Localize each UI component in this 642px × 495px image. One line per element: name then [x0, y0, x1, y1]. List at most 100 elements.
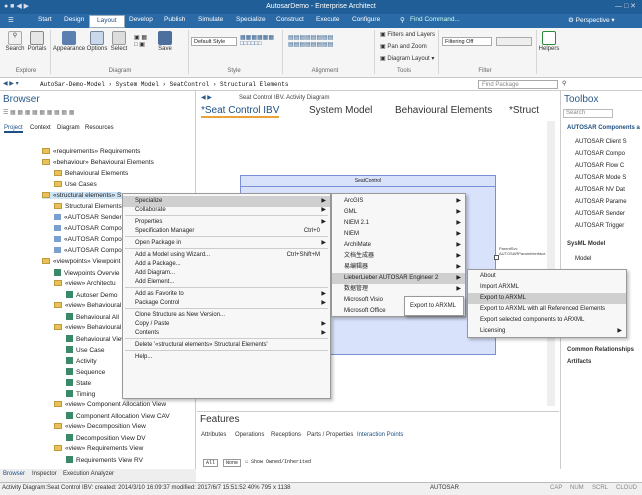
toolbox-section-sysml[interactable]: SysML Model: [567, 241, 605, 247]
none-button[interactable]: None: [223, 459, 242, 467]
tab-behavioural-elements[interactable]: Behavioural Elements: [395, 105, 492, 116]
tab-project[interactable]: Project: [4, 125, 23, 133]
tree-node[interactable]: Decomposition View DV: [66, 434, 146, 442]
tab-system-model[interactable]: System Model: [309, 105, 372, 116]
specialize-menu-item[interactable]: LieberLieber AUTOSAR Engineer 2 ▶: [332, 273, 465, 284]
tree-node[interactable]: Activity: [66, 357, 97, 365]
tab-execute[interactable]: Execute: [316, 16, 340, 23]
toolbox-item[interactable]: AUTOSAR Parame: [575, 199, 627, 205]
tree-node[interactable]: «AUTOSAR Compo: [54, 247, 122, 254]
search-button[interactable]: ⚲ Search: [4, 31, 26, 52]
diagram-layout-button[interactable]: ▣ Diagram Layout ▾: [380, 55, 434, 62]
appearance-button[interactable]: Appearance: [52, 31, 86, 52]
tree-node[interactable]: Behavioural Elements: [54, 170, 128, 177]
tab-configure[interactable]: Configure: [352, 16, 380, 23]
toolbox-section-autosar[interactable]: AUTOSAR Components a: [567, 125, 640, 131]
autosar-menu-item[interactable]: Licensing ▶: [468, 326, 626, 337]
autosar-menu-item[interactable]: About: [468, 271, 626, 282]
tree-node[interactable]: «behaviour» Behavioural Elements: [42, 159, 154, 166]
perspective-button[interactable]: ⚙ Perspective ▾: [568, 16, 615, 24]
tree-node[interactable]: Viewpoints Overvie: [54, 269, 120, 277]
tab-context[interactable]: Context: [30, 125, 51, 131]
tab-attributes[interactable]: Attributes: [201, 432, 226, 438]
all-button[interactable]: All: [203, 459, 219, 467]
tab-simulate[interactable]: Simulate: [198, 16, 223, 23]
tree-node[interactable]: «view» Architectu: [54, 280, 116, 287]
tab-layout[interactable]: Layout: [89, 15, 125, 28]
tab-construct[interactable]: Construct: [276, 16, 304, 23]
show-owned-checkbox[interactable]: ☐ Show Owned/Inherited: [245, 459, 311, 465]
tab-execution-analyzer[interactable]: Execution Analyzer: [63, 471, 114, 477]
tree-node[interactable]: «requirements» Requirements: [42, 148, 140, 155]
filtering-combo[interactable]: Filtering Off: [442, 37, 492, 46]
toolbox-item-model[interactable]: Model: [575, 256, 591, 262]
find-package-search-icon[interactable]: ⚲: [562, 80, 566, 87]
tree-node[interactable]: Component Allocation View CAV: [66, 412, 170, 420]
tree-node[interactable]: State: [66, 379, 91, 387]
save-button[interactable]: Save: [156, 31, 174, 52]
filters-layers-button[interactable]: ▣ Filters and Layers: [380, 31, 435, 38]
toolbox-item[interactable]: AUTOSAR Compo: [575, 151, 625, 157]
tab-specialize[interactable]: Specialize: [236, 16, 266, 23]
style-icons[interactable]: ▦▦▦▦▦▦ □□□□□□: [240, 34, 274, 47]
default-style-combo[interactable]: Default Style: [191, 37, 237, 46]
diagram-nav-icons[interactable]: ◀ ▶: [201, 94, 212, 101]
alignment-icons[interactable]: ▤▤▤▤▤▤▤▤ ▤▤▤▤▤▤▤▤: [288, 34, 333, 48]
tree-node-selected[interactable]: «structural elements» S: [42, 192, 122, 199]
specialize-menu-item[interactable]: ArcGIS ▶: [332, 196, 465, 207]
tree-node[interactable]: Behavioural All: [66, 313, 119, 321]
tab-operations[interactable]: Operations: [235, 432, 264, 438]
tree-node[interactable]: Structural Elements: [54, 203, 122, 210]
specialize-menu-item[interactable]: 数据管理 ▶: [332, 284, 465, 295]
tab-receptions[interactable]: Receptions: [271, 432, 301, 438]
toolbox-item[interactable]: AUTOSAR Mode S: [575, 175, 626, 181]
tab-start[interactable]: Start: [38, 16, 52, 23]
autosar-menu-item[interactable]: Export to ARXML: [468, 293, 626, 304]
toolbox-item[interactable]: AUTOSAR Flow C: [575, 163, 624, 169]
options-button[interactable]: Options: [86, 31, 108, 52]
autosar-menu-item[interactable]: Export selected components to ARXML: [468, 315, 626, 326]
tree-node[interactable]: Timing: [66, 390, 95, 398]
filter-value-combo[interactable]: [496, 37, 532, 46]
tree-node[interactable]: «view» Requirements View: [54, 445, 143, 452]
tree-node[interactable]: «viewpoints» Viewpoint: [42, 258, 120, 265]
toolbox-section-common-relationships[interactable]: Common Relationships: [567, 347, 634, 353]
specialize-menu-item[interactable]: NIEM 2.1 ▶: [332, 218, 465, 229]
tree-node[interactable]: «view» Behavioural: [54, 302, 121, 309]
tree-node[interactable]: Use Cases: [54, 181, 97, 188]
toolbox-item[interactable]: AUTOSAR Trigger: [575, 223, 624, 229]
tab-resources[interactable]: Resources: [85, 125, 114, 131]
specialize-menu-item[interactable]: NIEM ▶: [332, 229, 465, 240]
tab-browser[interactable]: Browser: [3, 471, 25, 477]
autosar-menu-item[interactable]: Export to ARXML with all Referenced Elem…: [468, 304, 626, 315]
helpers-button[interactable]: Helpers: [538, 31, 560, 52]
portals-button[interactable]: Portals: [26, 31, 48, 52]
tab-publish[interactable]: Publish: [164, 16, 185, 23]
autosar-menu-item[interactable]: Import ARXML: [468, 282, 626, 293]
tree-node[interactable]: Use Case: [66, 346, 105, 354]
window-controls[interactable]: — □ ✕: [615, 2, 636, 10]
tab-design[interactable]: Design: [64, 16, 84, 23]
toolbox-section-artifacts[interactable]: Artifacts: [567, 359, 591, 365]
specialize-menu-item[interactable]: 易编辑器 ▶: [332, 262, 465, 273]
find-command-input[interactable]: Find Command...: [410, 16, 460, 23]
tree-node[interactable]: «AUTOSAR Compo: [54, 236, 122, 243]
tree-node[interactable]: «AUTOSAR Compo: [54, 225, 122, 232]
specialize-menu-item[interactable]: ArchiMate ▶: [332, 240, 465, 251]
toolbox-search-input[interactable]: Search: [563, 109, 613, 118]
tree-node[interactable]: «AUTOSAR Sender: [54, 214, 122, 221]
tree-node[interactable]: «view» Component Allocation View: [54, 401, 166, 408]
browser-toolbar[interactable]: ☰ ▦ ▦ ▦ ▦ ▦ ▦ ▦ ▦ ▦: [3, 109, 74, 116]
nav-back-forward-icon[interactable]: ◀ ▶ ▾: [3, 80, 19, 87]
toolbox-item[interactable]: AUTOSAR Sender: [575, 211, 625, 217]
menu-icon[interactable]: ☰: [8, 16, 14, 24]
tree-node[interactable]: «view» Decomposition View: [54, 423, 146, 430]
tab-diagram[interactable]: Diagram: [57, 125, 80, 131]
tree-node[interactable]: Sequence: [66, 368, 105, 376]
tree-node[interactable]: Behavioural View: [66, 335, 126, 343]
tab-develop[interactable]: Develop: [129, 16, 153, 23]
toolbox-item[interactable]: AUTOSAR Client S: [575, 139, 627, 145]
breadcrumb[interactable]: AutoSar-Demo-Model › System Model › Seat…: [40, 81, 288, 88]
tab-seat-control-ibv[interactable]: *Seat Control IBV: [201, 105, 280, 118]
ribbon-small-icons[interactable]: ▣ ▦ □ ▣: [134, 34, 147, 48]
